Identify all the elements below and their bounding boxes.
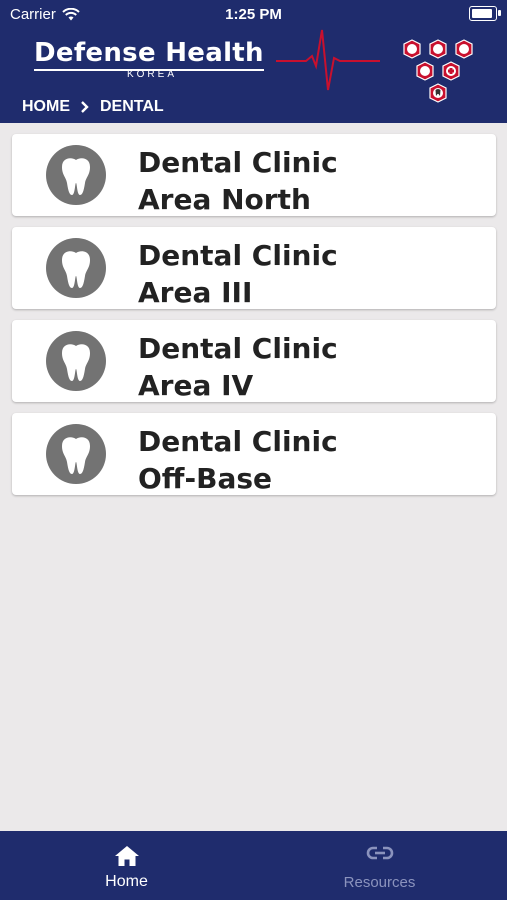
chevron-right-icon (81, 101, 89, 113)
breadcrumb: HOME DENTAL (22, 98, 164, 116)
tooth-icon (46, 424, 106, 484)
tab-home-label: Home (105, 873, 148, 890)
tab-home[interactable]: Home (0, 831, 253, 900)
home-icon (114, 846, 139, 866)
clinic-title: Dental Clinic Off-Base (138, 423, 338, 497)
tab-resources[interactable]: Resources (253, 831, 506, 900)
clinic-card-off-base[interactable]: Dental Clinic Off-Base (12, 413, 496, 495)
clinic-list: Dental Clinic Area North Dental Clinic A… (12, 134, 496, 506)
clinic-title: Dental Clinic Area North (138, 144, 338, 218)
tooth-icon (46, 145, 106, 205)
clinic-title-line1: Dental Clinic (138, 332, 338, 365)
battery-icon (469, 6, 501, 21)
clinic-title: Dental Clinic Area IV (138, 330, 338, 404)
clinic-title-line1: Dental Clinic (138, 146, 338, 179)
clinic-title-line2: Off-Base (138, 462, 272, 495)
tab-bar: Home Resources (0, 831, 507, 900)
clinic-title: Dental Clinic Area III (138, 237, 338, 311)
clinic-card-area-north[interactable]: Dental Clinic Area North (12, 134, 496, 216)
tooth-icon (46, 238, 106, 298)
services-hex-logo (403, 39, 473, 103)
clinic-title-line1: Dental Clinic (138, 425, 338, 458)
heartbeat-line-icon (276, 29, 380, 91)
tab-resources-label: Resources (343, 874, 416, 891)
status-bar: Carrier 1:25 PM (0, 0, 507, 28)
clinic-card-area-iv[interactable]: Dental Clinic Area IV (12, 320, 496, 402)
clinic-card-area-iii[interactable]: Dental Clinic Area III (12, 227, 496, 309)
breadcrumb-dental: DENTAL (100, 98, 164, 115)
logo-title: Defense Health (34, 38, 264, 71)
clinic-title-line2: Area III (138, 276, 253, 309)
breadcrumb-home[interactable]: HOME (22, 98, 70, 116)
clinic-title-line2: Area North (138, 183, 311, 216)
status-time: 1:25 PM (225, 6, 282, 23)
app-header: Carrier 1:25 PM Defense Health KOREA HOM… (0, 0, 507, 123)
tooth-icon (46, 331, 106, 391)
logo-subtitle: KOREA (126, 69, 177, 80)
clinic-title-line1: Dental Clinic (138, 239, 338, 272)
clinic-title-line2: Area IV (138, 369, 254, 402)
link-icon (366, 846, 393, 860)
